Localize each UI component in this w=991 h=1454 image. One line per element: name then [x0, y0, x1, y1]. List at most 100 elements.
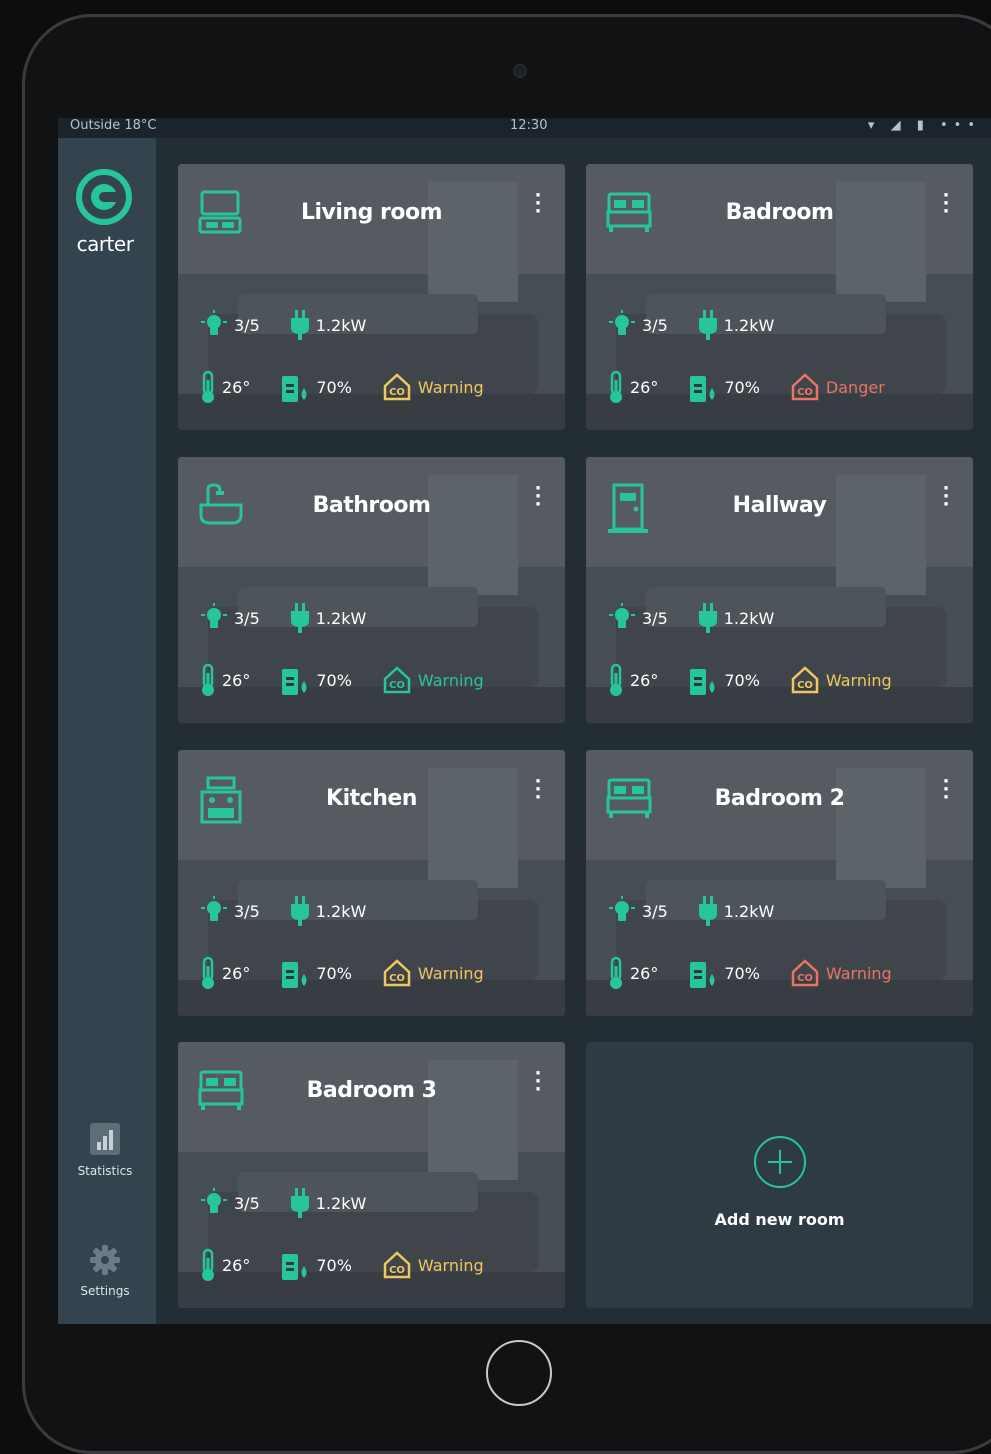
- temperature-value: 26°: [222, 963, 251, 983]
- more-options-icon[interactable]: · · ·: [533, 187, 543, 221]
- bulb-icon: [608, 603, 636, 633]
- room-card[interactable]: Badroom 3 · · · 3/5 1.2kW 26° 70% CO Warni…: [178, 1042, 565, 1308]
- status-bar: Outside 18°C 12:30 ▾ ◢ ▮ •••: [58, 118, 991, 138]
- co-status: Warning: [417, 377, 484, 397]
- temperature-value: 26°: [630, 670, 659, 690]
- humidity-icon: [688, 663, 718, 697]
- lights-value: 3/5: [234, 901, 260, 921]
- sidebar-item-statistics[interactable]: Statistics: [58, 1122, 152, 1178]
- humidity-icon: [280, 956, 310, 990]
- room-name: Hallway: [732, 493, 827, 518]
- plug-icon: [290, 896, 310, 926]
- room-stats-row: 3/5 1.2kW: [608, 603, 804, 633]
- power-value: 1.2kW: [315, 315, 367, 335]
- co-status: Danger: [825, 377, 885, 397]
- plug-icon: [698, 310, 718, 340]
- co-alarm-icon: CO: [382, 665, 412, 695]
- temperature-value: 26°: [630, 377, 659, 397]
- power-value: 1.2kW: [315, 1193, 367, 1213]
- sidebar: carter Statistics Settings: [58, 138, 156, 1324]
- room-card[interactable]: Badroom · · · 3/5 1.2kW 26° 70% CO Danger: [586, 164, 973, 430]
- app-screen: Outside 18°C 12:30 ▾ ◢ ▮ ••• carter Stat…: [58, 118, 991, 1324]
- plug-icon: [290, 310, 310, 340]
- room-card[interactable]: Kitchen · · · 3/5 1.2kW 26° 70% CO Warning: [178, 750, 565, 1016]
- svg-text:CO: CO: [389, 973, 405, 984]
- room-sensors-row: 26° 70% CO Warning: [608, 663, 892, 697]
- humidity-value: 70%: [316, 963, 352, 983]
- co-status: Warning: [417, 963, 484, 983]
- room-card[interactable]: Hallway · · · 3/5 1.2kW 26° 70% CO Warning: [586, 457, 973, 723]
- room-stats-row: 3/5 1.2kW: [200, 896, 396, 926]
- humidity-value: 70%: [724, 963, 760, 983]
- svg-text:CO: CO: [797, 680, 813, 691]
- bulb-icon: [200, 310, 228, 340]
- room-name: Living room: [300, 200, 443, 225]
- sidebar-item-settings[interactable]: Settings: [58, 1244, 152, 1298]
- carter-logo-icon: [76, 169, 132, 225]
- add-room-label: Add new room: [714, 1210, 845, 1229]
- bulb-icon: [608, 310, 636, 340]
- co-status: Warning: [417, 670, 484, 690]
- humidity-value: 70%: [316, 377, 352, 397]
- humidity-value: 70%: [316, 1255, 352, 1275]
- room-card[interactable]: Badroom 2 · · · 3/5 1.2kW 26° 70% CO Warni…: [586, 750, 973, 1016]
- humidity-icon: [688, 370, 718, 404]
- co-status: Warning: [825, 670, 892, 690]
- more-options-icon[interactable]: · · ·: [941, 480, 951, 514]
- plug-icon: [698, 603, 718, 633]
- room-stats-row: 3/5 1.2kW: [200, 310, 396, 340]
- svg-text:CO: CO: [797, 387, 813, 398]
- more-options-icon[interactable]: · · ·: [533, 1065, 543, 1099]
- more-options-icon[interactable]: · · ·: [533, 773, 543, 807]
- co-status: Warning: [417, 1255, 484, 1275]
- gear-icon: [90, 1245, 120, 1275]
- thermometer-icon: [608, 956, 624, 990]
- add-icon[interactable]: [754, 1136, 806, 1188]
- front-camera: [513, 64, 527, 78]
- co-status: Warning: [825, 963, 892, 983]
- lights-value: 3/5: [642, 901, 668, 921]
- power-value: 1.2kW: [315, 608, 367, 628]
- room-sensors-row: 26° 70% CO Warning: [200, 1248, 484, 1282]
- power-value: 1.2kW: [723, 901, 775, 921]
- bulb-icon: [200, 1188, 228, 1218]
- home-button[interactable]: [486, 1340, 552, 1406]
- sidebar-item-label: Settings: [80, 1284, 130, 1298]
- svg-text:CO: CO: [797, 973, 813, 984]
- clock: 12:30: [510, 118, 548, 133]
- room-card[interactable]: Living room · · · 3/5 1.2kW 26° 70% CO War…: [178, 164, 565, 430]
- more-options-icon[interactable]: · · ·: [941, 773, 951, 807]
- thermometer-icon: [200, 1248, 216, 1282]
- lights-value: 3/5: [234, 608, 260, 628]
- room-stats-row: 3/5 1.2kW: [608, 896, 804, 926]
- lights-value: 3/5: [642, 315, 668, 335]
- room-name: Badroom: [725, 200, 834, 225]
- co-alarm-icon: CO: [382, 958, 412, 988]
- thermometer-icon: [200, 663, 216, 697]
- more-options-icon[interactable]: · · ·: [533, 480, 543, 514]
- room-sensors-row: 26° 70% CO Warning: [200, 663, 484, 697]
- temperature-value: 26°: [222, 1255, 251, 1275]
- more-options-icon[interactable]: · · ·: [941, 187, 951, 221]
- outside-temp: Outside 18°C: [70, 118, 157, 133]
- room-card[interactable]: Bathroom · · · 3/5 1.2kW 26° 70% CO Warnin…: [178, 457, 565, 723]
- add-room-card[interactable]: Add new room: [586, 1042, 973, 1308]
- humidity-value: 70%: [724, 670, 760, 690]
- co-alarm-icon: CO: [790, 665, 820, 695]
- humidity-icon: [688, 956, 718, 990]
- thermometer-icon: [608, 370, 624, 404]
- plug-icon: [290, 603, 310, 633]
- bulb-icon: [200, 896, 228, 926]
- co-alarm-icon: CO: [382, 372, 412, 402]
- room-sensors-row: 26° 70% CO Warning: [200, 370, 484, 404]
- room-name: Badroom 3: [306, 1078, 437, 1103]
- room-name: Badroom 2: [714, 786, 845, 811]
- bulb-icon: [200, 603, 228, 633]
- lights-value: 3/5: [642, 608, 668, 628]
- system-icons: ▾ ◢ ▮ •••: [867, 118, 981, 133]
- thermometer-icon: [200, 370, 216, 404]
- svg-text:CO: CO: [389, 680, 405, 691]
- room-name: Kitchen: [326, 786, 417, 811]
- humidity-value: 70%: [724, 377, 760, 397]
- room-stats-row: 3/5 1.2kW: [200, 1188, 396, 1218]
